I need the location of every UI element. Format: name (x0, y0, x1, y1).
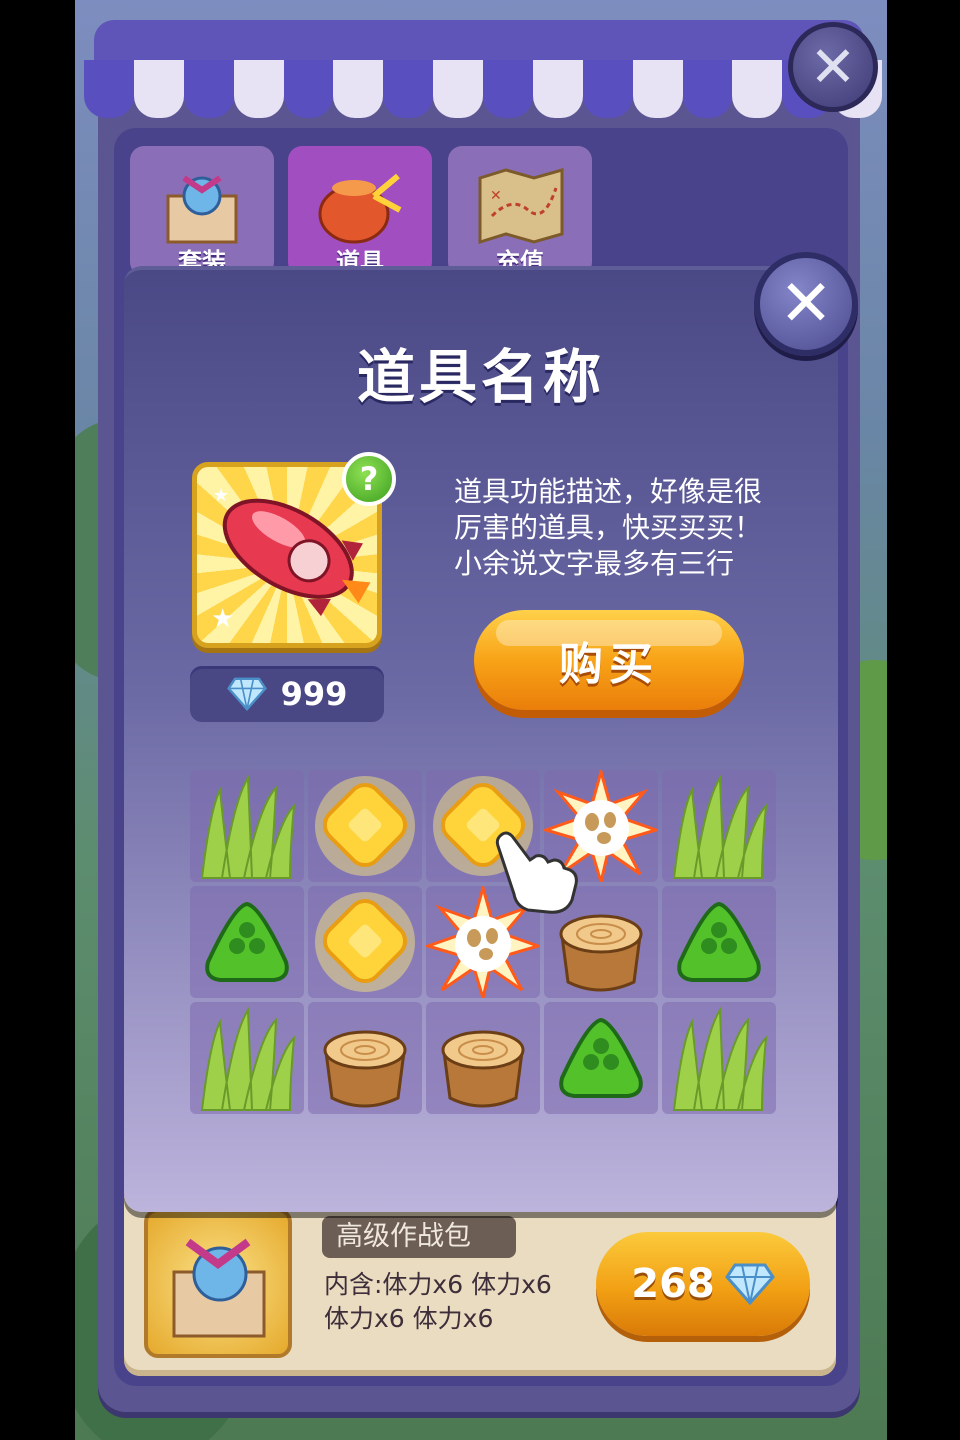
board-cell (308, 770, 422, 882)
pouch-icon (318, 173, 402, 244)
yellow-gem-icon (315, 776, 415, 876)
buy-button[interactable]: 购买 (474, 610, 744, 710)
svg-text:✕: ✕ (490, 188, 502, 204)
board-cell (190, 1002, 304, 1114)
grass-tile (200, 774, 296, 879)
board-cell (190, 770, 304, 882)
tab-items[interactable]: 道具 (288, 146, 432, 276)
shop-close-button[interactable]: ✕ (788, 22, 878, 112)
item-description: 道具功能描述，好像是很 厉害的道具，快买买买！ 小余说文字最多有三行 (454, 474, 804, 582)
close-icon: ✕ (809, 34, 857, 100)
package-description: 内含:体力x6 体力x6 体力x6 体力x6 (324, 1268, 584, 1336)
tree-stump-icon (323, 1030, 407, 1108)
board-cell (544, 1002, 658, 1114)
question-icon: ? (359, 460, 379, 498)
board-cell (190, 886, 304, 998)
svg-text:★: ★ (213, 485, 229, 506)
green-gem-icon (205, 901, 289, 982)
grass-tile (200, 1006, 296, 1111)
tab-recharge[interactable]: ✕ 充值 (448, 146, 592, 276)
board-cell (662, 886, 776, 998)
grass-tile (672, 1006, 768, 1111)
item-price: 999 (190, 666, 384, 722)
buy-button-label: 购买 (559, 639, 659, 690)
tree-stump-icon (441, 1030, 525, 1108)
gift-box-icon (172, 1238, 266, 1338)
diamond-icon (724, 1263, 775, 1305)
shop-awning (84, 20, 882, 118)
green-gem-icon (559, 1017, 643, 1098)
board-cell (662, 770, 776, 882)
item-price-value: 999 (280, 675, 348, 713)
diamond-icon (226, 677, 267, 711)
pointer-hand-icon (495, 831, 578, 914)
description-line: 道具功能描述，好像是很 (454, 475, 763, 508)
package-desc-line: 体力x6 体力x6 (324, 1304, 494, 1333)
board-cell (426, 1002, 540, 1114)
description-line: 小余说文字最多有三行 (454, 547, 735, 580)
package-price: 268 (631, 1261, 715, 1307)
green-gem-icon (677, 901, 761, 982)
yellow-gem-icon (315, 892, 415, 992)
treasure-map-icon: ✕ (478, 168, 564, 245)
demo-game-board (190, 770, 778, 1118)
description-line: 厉害的道具，快买买买！ (454, 511, 763, 544)
gift-box-icon (166, 175, 238, 244)
board-cell (308, 886, 422, 998)
package-thumbnail (144, 1208, 292, 1358)
board-cell (308, 1002, 422, 1114)
package-buy-button[interactable]: 268 (596, 1232, 810, 1336)
grass-tile (672, 774, 768, 879)
tab-bundles[interactable]: 套装 (130, 146, 274, 276)
popup-title: 道具名称 (356, 343, 605, 411)
help-button[interactable]: ? (342, 452, 396, 506)
svg-text:★: ★ (211, 604, 234, 634)
package-name: 高级作战包 (322, 1216, 516, 1258)
board-cell (662, 1002, 776, 1114)
package-desc-line: 内含:体力x6 体力x6 (324, 1270, 552, 1299)
